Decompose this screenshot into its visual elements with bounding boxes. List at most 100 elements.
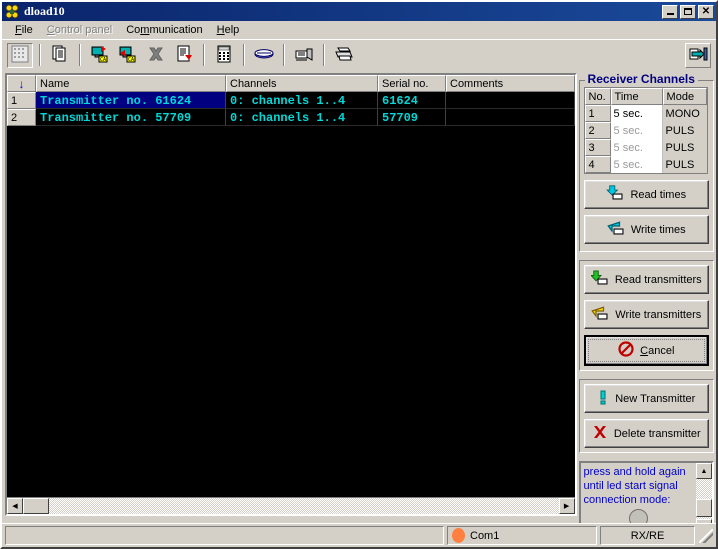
resize-grip[interactable]	[699, 528, 713, 543]
calculator-icon	[214, 44, 234, 67]
cell-serial[interactable]: 61624	[378, 92, 446, 109]
delete-transmitter-button[interactable]: Delete transmitter	[583, 419, 709, 448]
close-button[interactable]: ✕	[698, 4, 714, 19]
cancel-label: Cancel	[640, 344, 675, 357]
cell-time[interactable]: 5 sec.	[610, 122, 663, 139]
cell-name[interactable]: Transmitter no. 57709	[36, 109, 226, 126]
read-transmitters-label: Read transmitters	[614, 273, 702, 286]
write-channels-button[interactable]: CA	[115, 43, 141, 68]
menu-item-help[interactable]: Help	[210, 23, 247, 37]
status-port-pane[interactable]: Com1	[447, 526, 597, 545]
scroll-thumb[interactable]	[696, 499, 712, 517]
read-times-icon	[606, 185, 624, 204]
read-times-button[interactable]: Read times	[583, 180, 709, 209]
application-window: dload10 ✕ File Control panel Communicati…	[0, 0, 718, 549]
column-header-comments[interactable]: Comments	[446, 75, 575, 92]
maximize-button[interactable]	[680, 4, 696, 19]
status-mode-label: RX/RE	[630, 529, 665, 542]
write-times-button[interactable]: Write times	[583, 215, 709, 244]
transmitter-actions-group: Read transmitters Write transmitters Can…	[578, 260, 714, 371]
cell-mode[interactable]: PULS	[662, 122, 707, 139]
toolbar-separator	[39, 44, 41, 66]
table-row[interactable]: 4 5 sec. PULS	[584, 156, 707, 173]
port-status-led-icon	[452, 528, 465, 543]
cell-name[interactable]: Transmitter no. 61624	[36, 92, 226, 109]
read-times-label: Read times	[630, 188, 687, 201]
cell-time[interactable]: 5 sec.	[610, 139, 663, 156]
transmitter-list[interactable]: ↓ Name Channels Serial no. Comments 1 Tr…	[5, 73, 577, 516]
chevron-left-icon: ◀	[12, 503, 18, 510]
table-row[interactable]: 2 Transmitter no. 57709 0: channels 1..4…	[7, 109, 575, 126]
cell-channels[interactable]: 0: channels 1..4	[226, 92, 378, 109]
chevron-up-icon: ▲	[700, 467, 708, 475]
cell-comments[interactable]	[446, 109, 575, 126]
grid-view-button[interactable]	[7, 42, 33, 68]
cell-comments[interactable]	[446, 92, 575, 109]
table-row[interactable]: 1 Transmitter no. 61624 0: channels 1..4…	[7, 92, 575, 109]
column-header-serial[interactable]: Serial no.	[378, 75, 446, 92]
receiver-channels-title: Receiver Channels	[584, 72, 698, 86]
column-header-mode[interactable]: Mode	[662, 88, 707, 105]
cell-time[interactable]: 5 sec.	[610, 105, 663, 122]
app-icon	[4, 3, 20, 20]
column-header-no[interactable]: No.	[584, 88, 611, 105]
table-row[interactable]: 1 5 sec. MONO	[584, 105, 707, 122]
column-header-time[interactable]: Time	[610, 88, 663, 105]
scroll-left-button[interactable]: ◀	[7, 498, 23, 514]
print-button[interactable]	[331, 43, 357, 68]
minimize-icon	[666, 13, 674, 15]
receiver-channels-header: No. Time Mode	[584, 88, 707, 105]
receiver-channels-table[interactable]: No. Time Mode 1 5 sec. MONO 2 5 sec. PUL…	[583, 87, 708, 174]
maximize-icon	[684, 8, 692, 15]
scroll-track[interactable]	[49, 498, 559, 514]
close-icon: ✕	[701, 5, 711, 17]
workspace: ↓ Name Channels Serial no. Comments 1 Tr…	[2, 70, 716, 537]
column-header-name[interactable]: Name	[36, 75, 226, 92]
exit-button[interactable]	[685, 42, 711, 68]
scroll-thumb[interactable]	[23, 498, 49, 514]
horizontal-scrollbar[interactable]: ◀ ▶	[7, 497, 575, 514]
side-panel: Receiver Channels No. Time Mode 1 5 sec.…	[578, 72, 714, 537]
delete-x-icon	[146, 44, 166, 67]
cell-time[interactable]: 5 sec.	[610, 156, 663, 173]
delete-transmitter-label: Delete transmitter	[613, 427, 701, 440]
write-transmitters-button[interactable]: Write transmitters	[583, 300, 709, 329]
transmitter-list-header: ↓ Name Channels Serial no. Comments	[7, 75, 575, 92]
column-header-sort[interactable]: ↓	[7, 75, 36, 92]
minimize-button[interactable]	[662, 4, 678, 19]
menu-item-communication[interactable]: Communication	[119, 23, 209, 37]
device-button[interactable]	[251, 43, 277, 68]
grid-view-icon	[10, 44, 30, 67]
cell-no: 2	[584, 122, 611, 139]
new-transmitter-button[interactable]: New Transmitter	[583, 384, 709, 413]
table-row[interactable]: 2 5 sec. PULS	[584, 122, 707, 139]
read-transmitters-button[interactable]: Read transmitters	[583, 265, 709, 294]
transmitter-button[interactable]	[291, 43, 317, 68]
write-times-icon	[607, 220, 625, 239]
delete-button[interactable]	[143, 43, 169, 68]
column-header-channels[interactable]: Channels	[226, 75, 378, 92]
cell-mode[interactable]: MONO	[662, 105, 707, 122]
cell-mode[interactable]: PULS	[662, 139, 707, 156]
cancel-button[interactable]: Cancel	[583, 335, 709, 366]
calculator-button[interactable]	[211, 43, 237, 68]
exit-icon	[688, 44, 708, 67]
title-bar[interactable]: dload10 ✕	[2, 2, 716, 21]
table-row[interactable]: 3 5 sec. PULS	[584, 139, 707, 156]
cell-channels[interactable]: 0: channels 1..4	[226, 109, 378, 126]
menu-item-file[interactable]: File	[8, 23, 40, 37]
scroll-up-button[interactable]: ▲	[696, 463, 712, 479]
copy-pages-button[interactable]	[47, 43, 73, 68]
scroll-right-button[interactable]: ▶	[558, 498, 575, 514]
status-port-label: Com1	[470, 529, 500, 542]
edit-document-button[interactable]	[171, 43, 197, 68]
cell-serial[interactable]: 57709	[378, 109, 446, 126]
write-transmitters-label: Write transmitters	[615, 308, 702, 321]
toolbar-separator	[79, 44, 81, 66]
write-times-label: Write times	[630, 223, 686, 236]
read-channels-button[interactable]: CA	[87, 43, 113, 68]
menu-bar: File Control panel Communication Help	[2, 21, 716, 39]
cell-mode[interactable]: PULS	[662, 156, 707, 173]
chevron-right-icon: ▶	[563, 503, 570, 510]
transmitter-icon	[293, 44, 315, 67]
